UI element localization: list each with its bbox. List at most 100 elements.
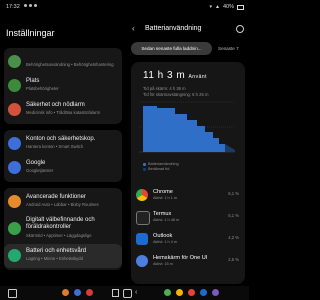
info-icon[interactable]: [236, 25, 244, 33]
dock-app-icon[interactable]: [62, 289, 69, 296]
screen-on-time: Tid på skärm: 4 h 36 m: [143, 86, 186, 91]
termux-icon: [136, 211, 150, 225]
notification-icons: [24, 4, 37, 7]
settings-item-safety[interactable]: Säkerhet och nödlarm Medicinsk info • Tr…: [4, 98, 122, 122]
chrome-icon: [136, 189, 148, 201]
back-arrow-icon[interactable]: ‹: [132, 24, 135, 33]
item-title: Google: [26, 160, 46, 166]
item-subtitle: Hantera konton • Smart Switch: [26, 144, 84, 149]
page-title: Inställningar: [6, 28, 55, 38]
apps-grid-icon[interactable]: [8, 289, 17, 298]
app-row-outlook[interactable]: Outlook Aktivt: 1 h 4 m 4,2 %: [131, 228, 245, 250]
item-title: Avancerade funktioner: [26, 194, 86, 200]
estimated-area: [225, 144, 235, 152]
total-time: 11 h 3 m: [143, 70, 186, 81]
item-title: Säkerhet och nödlarm: [26, 102, 85, 108]
settings-item-accounts[interactable]: Konton och säkerhetskop. Hantera konton …: [4, 132, 122, 156]
battery-chart: [139, 101, 235, 153]
legend-item: Batterianvändning: [143, 162, 179, 166]
wellbeing-icon: [8, 222, 21, 235]
one-ui-home-icon: [136, 255, 148, 267]
app-active-time: Aktivt: 1 h 4 m: [153, 240, 178, 244]
dock-app-icon[interactable]: [164, 289, 171, 296]
total-suffix: Använt: [188, 74, 208, 80]
battery-care-icon: [8, 249, 21, 262]
status-time: 17:32: [6, 4, 20, 10]
app-active-time: Aktivt: 1 h 48 m: [153, 218, 180, 222]
period-tabs: Sedan senaste fulla laddnin... Senaste 7: [131, 42, 249, 56]
settings-item-advanced[interactable]: Avancerade funktioner Android Auto • Lab…: [4, 190, 122, 214]
notification-icon: [24, 4, 27, 7]
notification-icon: [29, 4, 32, 7]
item-title: Digitalt välbefinnande och föräldrakontr…: [26, 217, 95, 230]
dock-app-icon[interactable]: [200, 289, 207, 296]
item-subtitle: Skärmtid • Apptimer • Läggdagslige: [26, 233, 92, 238]
item-title: Konton och säkerhetskop.: [26, 136, 96, 142]
battery-icon: [237, 4, 244, 10]
privacy-icon: [8, 55, 21, 68]
google-icon: [8, 161, 21, 174]
settings-group: Konton och säkerhetskop. Hantera konton …: [4, 130, 122, 182]
advanced-features-icon: [8, 195, 21, 208]
tab-last-7-days[interactable]: Senaste 7: [218, 42, 239, 55]
notification-icon: [34, 4, 37, 7]
app-percent: 2,5 %: [228, 257, 239, 262]
settings-list-pane: Inställningar Behörighetsanvändning • Be…: [0, 14, 124, 286]
app-name: Chrome: [153, 189, 173, 195]
outlook-icon: [136, 233, 148, 245]
dock-app-icon[interactable]: [212, 289, 219, 296]
location-icon: [8, 79, 21, 92]
app-name: Termux: [153, 211, 172, 217]
app-percent: 4,2 %: [228, 235, 239, 240]
item-title: Plats: [26, 78, 40, 84]
battery-usage-title: Batterianvändning: [145, 25, 202, 32]
dock-app-icon[interactable]: [74, 289, 81, 296]
status-right: ▾ ▲ 40%: [210, 4, 244, 10]
app-name: Outlook: [153, 233, 173, 239]
app-active-time: Aktivt: 1 h 1 m: [153, 196, 178, 200]
home-icon[interactable]: [123, 289, 132, 298]
chart-legend: Batterianvändning Beräknad tid: [143, 162, 179, 172]
dock-app-icon[interactable]: [176, 289, 183, 296]
item-subtitle: Medicinsk info • Trådlösa katastrofalarm: [26, 110, 101, 115]
dock-app-icon[interactable]: [188, 289, 195, 296]
battery-card: 11 h 3 m Använt Tid på skärm: 4 h 36 m T…: [131, 62, 245, 284]
settings-group: Avancerade funktioner Android Auto • Lab…: [4, 188, 122, 270]
app-name: Hemskärm för One UI: [153, 255, 208, 261]
wifi-icon: ▾: [209, 4, 213, 10]
dock-app-icon[interactable]: [86, 289, 93, 296]
legend-item: Beräknad tid: [143, 167, 179, 171]
screen-off-time: Tid för skärmavstängning: 6 h 25 m: [143, 92, 209, 97]
item-subtitle: Platsbehörigheter: [26, 86, 59, 91]
item-subtitle: Behörighetsanvändning • Behörighetshante…: [26, 62, 114, 67]
app-row-chrome[interactable]: Chrome Aktivt: 1 h 1 m 6,1 %: [131, 184, 245, 206]
settings-item-wellbeing[interactable]: Digitalt välbefinnande och föräldrakontr…: [4, 214, 122, 244]
battery-percent: 40%: [222, 4, 234, 10]
app-active-time: Aktivt: 15 m: [153, 262, 173, 266]
settings-list: Behörighetsanvändning • Behörighetshante…: [4, 48, 122, 276]
item-subtitle: Android Auto • Labbar • Bixby Routines: [26, 202, 99, 207]
status-bar: 17:32 ▾ ▲ 40%: [0, 0, 249, 14]
signal-icon: ▲: [215, 4, 220, 10]
tab-since-full-charge[interactable]: Sedan senaste fulla laddnin...: [131, 42, 212, 55]
recents-icon[interactable]: [112, 289, 119, 297]
back-icon[interactable]: ‹: [135, 289, 142, 296]
settings-item-location[interactable]: Plats Platsbehörigheter: [4, 74, 122, 98]
settings-item-google[interactable]: Google Googletjänster: [4, 156, 122, 180]
item-subtitle: Googletjänster: [26, 168, 54, 173]
app-percent: 5,1 %: [228, 213, 239, 218]
accounts-icon: [8, 137, 21, 150]
total-usage: 11 h 3 m Använt: [143, 70, 207, 81]
battery-level-area: [143, 106, 225, 152]
settings-item-privacy[interactable]: Behörighetsanvändning • Behörighetshante…: [4, 50, 122, 74]
item-subtitle: Lagring • Minne • Enhetsskydd: [26, 256, 83, 261]
safety-icon: [8, 103, 21, 116]
settings-item-battery[interactable]: Batteri och enhetsvård Lagring • Minne •…: [4, 244, 122, 268]
app-row-one-ui-home[interactable]: Hemskärm för One UI Aktivt: 15 m 2,5 %: [131, 250, 245, 272]
settings-group: Behörighetsanvändning • Behörighetshante…: [4, 48, 122, 124]
navigation-bar: ‹: [0, 286, 249, 300]
app-percent: 6,1 %: [228, 191, 239, 196]
item-title: Batteri och enhetsvård: [26, 248, 87, 254]
app-row-termux[interactable]: Termux Aktivt: 1 h 48 m 5,1 %: [131, 206, 245, 228]
battery-usage-pane: ‹ Batterianvändning Sedan senaste fulla …: [126, 14, 249, 286]
